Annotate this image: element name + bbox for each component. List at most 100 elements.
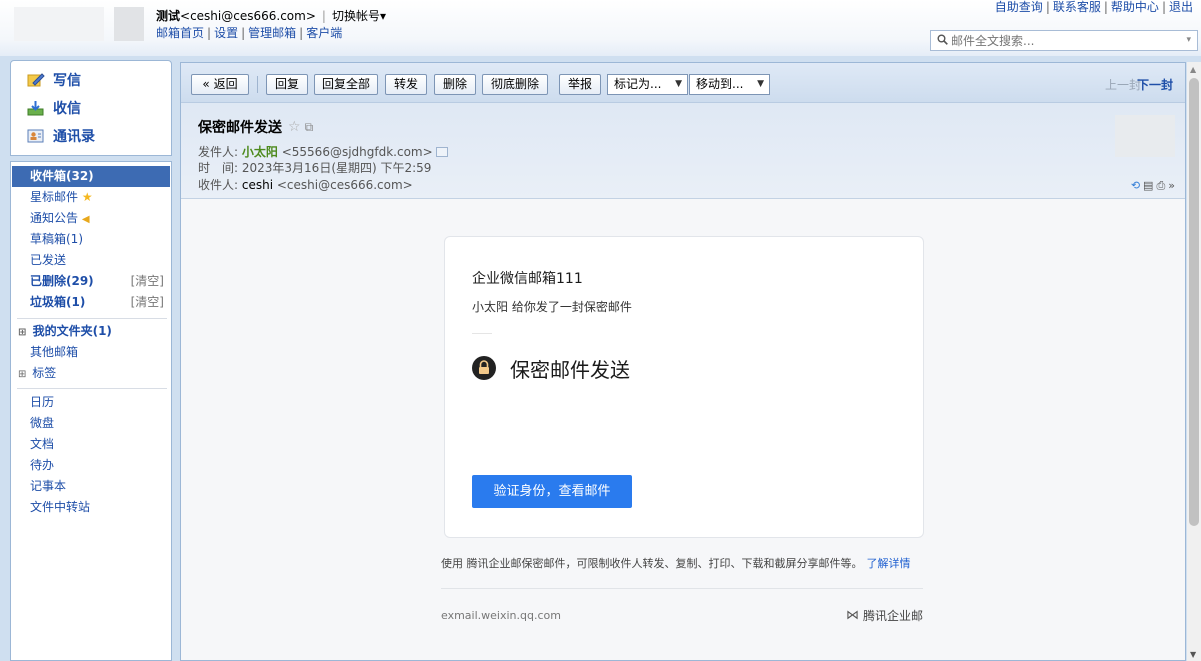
recipient-label: 收件人: xyxy=(198,178,239,192)
app-calendar-label: 日历 xyxy=(30,395,55,409)
learn-more-link[interactable]: 了解详情 xyxy=(867,557,911,570)
secure-mail-heading: 保密邮件发送 xyxy=(510,358,630,382)
search-input[interactable] xyxy=(951,32,1171,49)
mail-toolbar: « 返回 回复 回复全部 转发 删除 彻底删除 举报 标记为... ▼ 移动到..… xyxy=(181,63,1185,103)
card-divider xyxy=(472,333,492,334)
scroll-up-icon[interactable]: ▲ xyxy=(1190,65,1196,74)
scroll-down-icon[interactable]: ▼ xyxy=(1190,650,1196,659)
compose-icon xyxy=(27,72,45,88)
folder-my-folders[interactable]: ⊞ 我的文件夹(1) xyxy=(12,321,170,342)
folder-tags-label: 标签 xyxy=(32,366,57,380)
mail-body: 企业微信邮箱111 小太阳 给你发了一封保密邮件 保密邮件发送 验证身份，查看邮… xyxy=(181,199,1185,660)
scrollbar-thumb[interactable] xyxy=(1189,78,1199,526)
tencent-exmail-logo-icon: ⋈ xyxy=(845,608,859,623)
app-docs[interactable]: 文档 xyxy=(12,434,170,455)
forward-button[interactable]: 转发 xyxy=(385,74,427,95)
report-button[interactable]: 举报 xyxy=(559,74,601,95)
secure-mail-note: 使用 腾讯企业邮保密邮件，可限制收件人转发、复制、打印、下载和截屏分享邮件等。了… xyxy=(441,555,911,571)
folder-tags[interactable]: ⊞ 标签 xyxy=(12,363,170,384)
customer-service-link[interactable]: 联系客服 xyxy=(1053,0,1101,14)
receive-label: 收信 xyxy=(53,101,81,117)
app-calendar[interactable]: 日历 xyxy=(12,392,170,413)
view-source-icon[interactable]: ▤ xyxy=(1143,179,1153,192)
delete-permanently-button[interactable]: 彻底删除 xyxy=(482,74,548,95)
logo-secondary xyxy=(114,7,144,41)
search-dropdown-icon[interactable]: ▾ xyxy=(1186,35,1191,45)
reply-all-button[interactable]: 回复全部 xyxy=(314,74,378,95)
page-scrollbar[interactable]: ▲ ▼ xyxy=(1187,62,1201,661)
more-icon[interactable]: » xyxy=(1168,179,1175,192)
toolbar-divider xyxy=(257,76,258,93)
folder-notices[interactable]: 通知公告 ◀ xyxy=(12,208,170,229)
sender-address: <55566@sjdhgfdk.com> xyxy=(281,145,433,159)
folder-notices-label: 通知公告 xyxy=(30,211,79,225)
move-to-select[interactable]: 移动到... ▼ xyxy=(689,74,770,95)
app-todo[interactable]: 待办 xyxy=(12,455,170,476)
manage-mailbox-link[interactable]: 管理邮箱 xyxy=(248,26,296,40)
account-email: <ceshi@ces666.com> xyxy=(180,9,316,23)
account-info: 测试<ceshi@ces666.com> | 切换帐号▾ xyxy=(156,8,386,24)
compose-button[interactable]: 写信 xyxy=(27,69,81,91)
app-file-transfer[interactable]: 文件中转站 xyxy=(12,497,170,518)
app-file-transfer-label: 文件中转站 xyxy=(30,500,91,514)
folder-my-folders-label: 我的文件夹(1) xyxy=(32,324,112,338)
folder-drafts[interactable]: 草稿箱(1) xyxy=(12,229,170,250)
help-center-link[interactable]: 帮助中心 xyxy=(1111,0,1159,14)
self-service-link[interactable]: 自助查询 xyxy=(995,0,1043,14)
contacts-icon xyxy=(27,128,45,144)
translate-icon[interactable]: ⟲ xyxy=(1131,179,1140,192)
recipient-name[interactable]: ceshi xyxy=(242,178,273,192)
folder-divider xyxy=(17,318,167,319)
footer-brand: ⋈ 腾讯企业邮 xyxy=(846,607,923,624)
print-icon[interactable]: ⎙ xyxy=(1156,179,1165,192)
secure-mail-card: 企业微信邮箱111 小太阳 给你发了一封保密邮件 保密邮件发送 验证身份，查看邮… xyxy=(444,236,924,538)
sender-name[interactable]: 小太阳 xyxy=(242,145,278,159)
expand-icon[interactable]: ⊞ xyxy=(18,327,26,338)
sender-line: 发件人: 小太阳 <55566@sjdhgfdk.com> xyxy=(198,145,448,160)
folder-spam-label: 垃圾箱(1) xyxy=(30,295,86,309)
folder-sent[interactable]: 已发送 xyxy=(12,250,170,271)
folder-spam[interactable]: 垃圾箱(1) [清空] xyxy=(12,292,170,313)
mark-as-label: 标记为... xyxy=(614,77,662,91)
receive-button[interactable]: 收信 xyxy=(27,97,81,119)
folder-deleted[interactable]: 已删除(29) [清空] xyxy=(12,271,170,292)
mail-header: 保密邮件发送 ☆ ⧉ 发件人: 小太阳 <55566@sjdhgfdk.com>… xyxy=(181,103,1185,199)
next-mail-link[interactable]: 下一封 xyxy=(1137,76,1173,93)
delete-button[interactable]: 删除 xyxy=(434,74,476,95)
footer-divider xyxy=(441,588,923,589)
link-sep: | xyxy=(1103,0,1108,14)
settings-link[interactable]: 设置 xyxy=(214,26,238,40)
footer-brand-text: 腾讯企业邮 xyxy=(862,609,923,623)
move-to-label: 移动到... xyxy=(696,77,744,91)
clear-spam-link[interactable]: [清空] xyxy=(131,292,164,313)
reply-button[interactable]: 回复 xyxy=(266,74,308,95)
client-link[interactable]: 客户端 xyxy=(306,26,342,40)
folder-sent-label: 已发送 xyxy=(30,253,67,267)
contacts-button[interactable]: 通讯录 xyxy=(27,125,95,147)
open-in-window-icon[interactable]: ⧉ xyxy=(305,120,314,135)
previous-mail-link[interactable]: 上一封 xyxy=(1105,76,1141,93)
mailbox-home-link[interactable]: 邮箱首页 xyxy=(156,26,204,40)
card-title: 企业微信邮箱111 xyxy=(472,271,583,287)
back-button[interactable]: « 返回 xyxy=(191,74,249,95)
add-contact-icon[interactable] xyxy=(435,147,448,157)
link-sep: | xyxy=(299,26,304,40)
switch-account-link[interactable]: 切换帐号▾ xyxy=(332,9,386,23)
folder-other-mailbox[interactable]: 其他邮箱 xyxy=(12,342,170,363)
mark-as-select[interactable]: 标记为... ▼ xyxy=(607,74,688,95)
time-value: 2023年3月16日(星期四) 下午2:59 xyxy=(241,161,432,175)
sender-avatar xyxy=(1115,115,1175,157)
expand-icon[interactable]: ⊞ xyxy=(18,369,26,380)
app-drive[interactable]: 微盘 xyxy=(12,413,170,434)
quick-actions: 写信 收信 通讯录 xyxy=(10,60,172,156)
search-box[interactable]: ▾ xyxy=(930,30,1198,51)
clear-deleted-link[interactable]: [清空] xyxy=(131,271,164,292)
folder-starred[interactable]: 星标邮件 ★ xyxy=(12,187,170,208)
folder-starred-label: 星标邮件 xyxy=(30,190,79,204)
logout-link[interactable]: 退出 xyxy=(1169,0,1193,14)
app-notes[interactable]: 记事本 xyxy=(12,476,170,497)
folder-inbox[interactable]: 收件箱(32) xyxy=(12,166,170,187)
verify-identity-button[interactable]: 验证身份，查看邮件 xyxy=(472,475,632,508)
chevron-down-icon: ▼ xyxy=(757,79,764,89)
star-toggle-icon[interactable]: ☆ xyxy=(288,119,301,135)
